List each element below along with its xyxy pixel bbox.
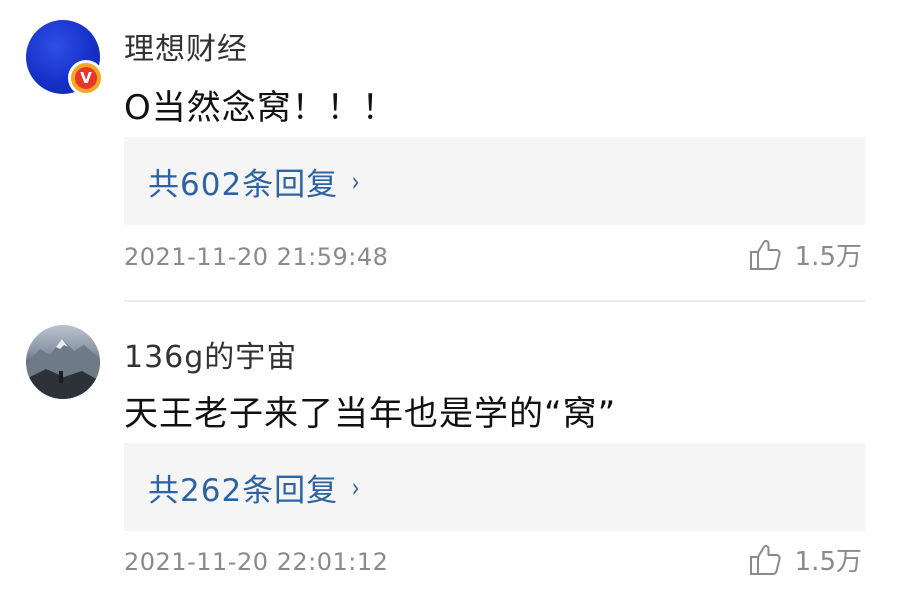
timestamp: 2021-11-20 21:59:48 — [124, 243, 389, 271]
like-count: 1.5万 — [794, 547, 862, 577]
reply-count-label: 共262条回复 — [148, 472, 339, 509]
chevron-right-icon: › — [351, 470, 360, 504]
verified-badge-label: V — [75, 67, 97, 89]
view-replies-button[interactable]: 共602条回复 › — [124, 137, 865, 225]
like-button[interactable]: 1.5万 — [747, 236, 862, 273]
chevron-right-icon: › — [351, 164, 360, 198]
mountain-photo-icon — [26, 339, 100, 399]
username[interactable]: 理想财经 — [124, 24, 248, 68]
avatar[interactable] — [26, 325, 100, 399]
like-button[interactable]: 1.5万 — [747, 541, 862, 578]
thumbs-up-icon — [749, 239, 781, 270]
divider — [124, 300, 865, 302]
view-replies-button[interactable]: 共262条回复 › — [124, 443, 865, 531]
username[interactable]: 136g的宇宙 — [124, 332, 297, 376]
comment-text: 天王老子来了当年也是学的“窝” — [124, 394, 617, 434]
thumbs-up-icon — [749, 544, 781, 575]
reply-count-label: 共602条回复 — [148, 166, 339, 203]
comment-list: V 理想财经 O当然念窝！！！ 共602条回复 › 2021-11-20 21:… — [0, 0, 900, 606]
verified-badge-icon: V — [68, 60, 104, 96]
comment-text: O当然念窝！！！ — [124, 88, 397, 128]
timestamp: 2021-11-20 22:01:12 — [124, 548, 389, 576]
like-count: 1.5万 — [794, 242, 862, 272]
